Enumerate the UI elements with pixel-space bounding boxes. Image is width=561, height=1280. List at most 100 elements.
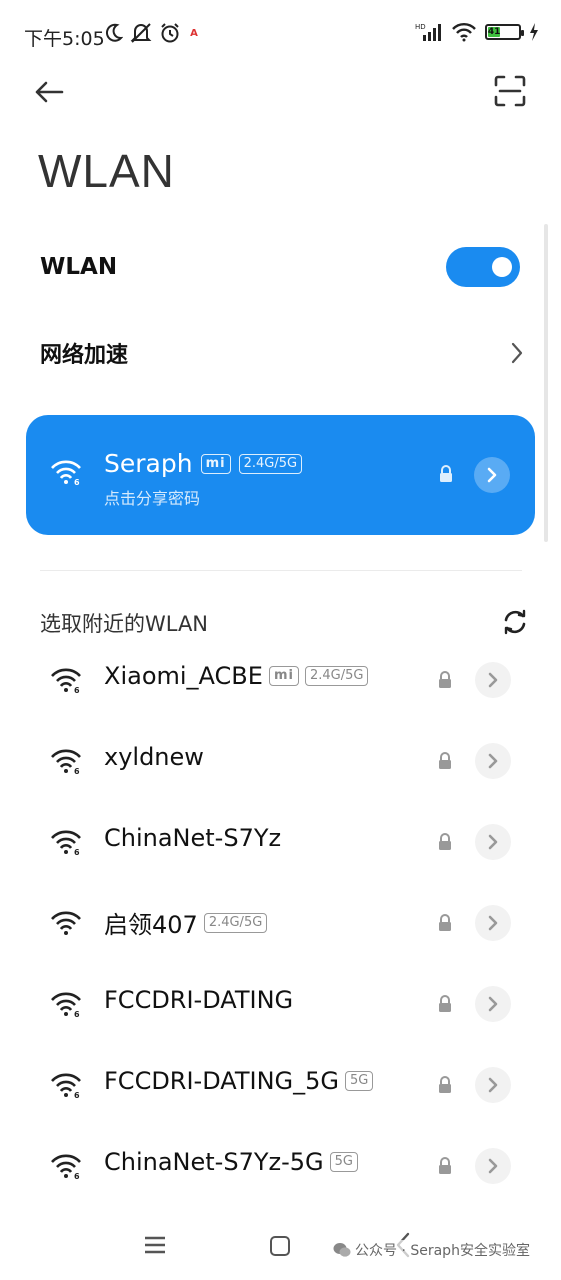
connected-network-card[interactable]: 6 Seraph mi 2.4G/5G 点击分享密码 (26, 415, 535, 535)
chevron-right-icon (488, 834, 498, 850)
network-name-row: 启领407 2.4G/5G (104, 905, 268, 940)
app-notification-icon: A (187, 26, 201, 40)
network-acceleration-label: 网络加速 (40, 343, 129, 368)
network-details-button[interactable] (475, 986, 511, 1022)
wifi-signal-icon: 6 (50, 1072, 82, 1102)
chevron-right-icon (488, 672, 498, 688)
chevron-right-icon (488, 1158, 498, 1174)
back-button[interactable] (34, 74, 74, 110)
chevron-right-icon (487, 467, 497, 483)
band-tag: 5G (329, 1152, 358, 1172)
wifi-icon (451, 22, 477, 42)
wifi-signal-icon: 6 (50, 667, 82, 697)
band-tag: 5G (344, 1071, 374, 1091)
network-name-row: FCCDRI-DATING_5G 5G (104, 1067, 374, 1095)
home-icon[interactable] (270, 1236, 290, 1256)
network-list-item[interactable]: 6 FCCDRI-DATING_5G 5G (0, 1045, 561, 1126)
network-ssid: Xiaomi_ACBE (104, 662, 263, 690)
network-details-button[interactable] (475, 1148, 511, 1184)
chevron-right-icon (511, 342, 523, 364)
network-list-item[interactable]: 6 FCCDRI-DATING (0, 964, 561, 1045)
status-bar: 下午5:05 A HD 41 (0, 18, 561, 54)
network-details-button[interactable] (475, 905, 511, 941)
toggle-knob (492, 257, 512, 277)
charging-icon (529, 23, 539, 41)
network-name-row: FCCDRI-DATING (104, 986, 293, 1014)
connected-ssid-row: Seraph mi 2.4G/5G (104, 449, 303, 478)
mute-icon (129, 22, 153, 44)
lock-icon (437, 1076, 453, 1098)
network-type-label: HD (415, 23, 426, 31)
network-name-row: Xiaomi_ACBE mi 2.4G/5G (104, 662, 369, 690)
svg-text:6: 6 (74, 848, 80, 855)
chevron-right-icon (488, 996, 498, 1012)
wechat-icon (333, 1243, 351, 1257)
moon-icon (105, 23, 123, 43)
network-name-row: ChinaNet-S7Yz (104, 824, 281, 852)
lock-icon (437, 914, 453, 936)
band-tag: 2.4G/5G (203, 912, 268, 933)
connected-details-button[interactable] (474, 457, 510, 493)
wlan-toggle-switch[interactable] (446, 247, 520, 287)
wifi-signal-icon: 6 (50, 1153, 82, 1183)
wlan-toggle-row[interactable]: WLAN (40, 246, 520, 288)
page-title: WLAN (38, 145, 175, 197)
network-ssid: ChinaNet-S7Yz (104, 824, 282, 852)
network-name-row: xyldnew (104, 743, 204, 771)
nearby-wlan-title: 选取附近的WLAN (40, 612, 209, 636)
scroll-indicator (544, 224, 548, 542)
lock-icon (437, 995, 453, 1017)
svg-text:6: 6 (74, 1172, 80, 1179)
svg-text:6: 6 (74, 767, 80, 774)
scan-button[interactable] (493, 74, 527, 108)
network-details-button[interactable] (475, 662, 511, 698)
network-details-button[interactable] (475, 743, 511, 779)
svg-text:6: 6 (74, 1010, 80, 1017)
scan-icon (494, 75, 526, 107)
signal-icon: HD (415, 22, 443, 42)
chevron-right-icon (488, 915, 498, 931)
refresh-icon (504, 609, 526, 635)
network-ssid: FCCDRI-DATING (104, 986, 294, 1014)
network-ssid: xyldnew (104, 743, 204, 771)
band-tag: 2.4G/5G (238, 453, 303, 474)
wifi-signal-icon: 6 (50, 829, 82, 859)
network-ssid: 启领407 (104, 911, 198, 939)
lock-icon (437, 1157, 453, 1179)
chevron-right-icon (488, 753, 498, 769)
network-ssid: ChinaNet-S7Yz-5G (104, 1148, 324, 1176)
network-details-button[interactable] (475, 1067, 511, 1103)
lock-icon (437, 833, 453, 855)
alarm-icon (159, 22, 181, 44)
status-icons-right: HD 41 (415, 22, 539, 42)
status-time: 下午5:05 (24, 28, 105, 50)
svg-text:6: 6 (74, 1091, 80, 1098)
watermark: 公众号 · Seraph安全实验室 (333, 1240, 530, 1260)
network-list-item[interactable]: 6 ChinaNet-S7Yz (0, 802, 561, 883)
lock-icon (437, 752, 453, 774)
mi-brand-tag: mi (268, 666, 299, 686)
network-list-item[interactable]: 6 Xiaomi_ACBE mi 2.4G/5G (0, 640, 561, 721)
network-list-item[interactable]: 6 xyldnew (0, 721, 561, 802)
wifi-signal-icon: 6 (50, 991, 82, 1021)
network-name-row: ChinaNet-S7Yz-5G 5G (104, 1148, 358, 1176)
back-arrow-icon (35, 81, 64, 103)
refresh-button[interactable] (500, 607, 530, 637)
battery-icon: 41 (485, 24, 524, 40)
network-ssid: FCCDRI-DATING_5G (104, 1067, 339, 1095)
lock-icon (437, 671, 453, 693)
network-list-item[interactable]: 6 ChinaNet-S7Yz-5G 5G (0, 1126, 561, 1207)
mi-brand-tag: mi (200, 453, 231, 474)
svg-text:6: 6 (74, 686, 80, 693)
navigation-bar: 公众号 · Seraph安全实验室 (0, 1220, 561, 1280)
share-password-hint: 点击分享密码 (104, 489, 201, 508)
network-acceleration-row[interactable]: 网络加速 (40, 332, 524, 374)
section-divider (40, 570, 522, 571)
menu-icon[interactable] (143, 1234, 167, 1260)
wifi6-icon: 6 (50, 459, 82, 489)
wifi-signal-icon: 6 (50, 748, 82, 778)
wifi-signal-icon (50, 910, 82, 940)
chevron-right-icon (488, 1077, 498, 1093)
network-details-button[interactable] (475, 824, 511, 860)
network-list-item[interactable]: 启领407 2.4G/5G (0, 883, 561, 964)
